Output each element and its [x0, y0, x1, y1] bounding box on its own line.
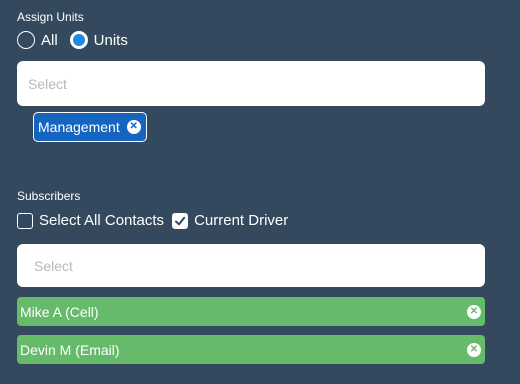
unit-tag-label: Management: [38, 119, 120, 135]
close-circle-icon[interactable]: ✕: [467, 304, 481, 319]
select-all-contacts-label[interactable]: Select All Contacts: [39, 212, 164, 229]
units-select-input[interactable]: Select: [17, 61, 485, 106]
subscriber-chip: Mike A (Cell) ✕: [17, 297, 485, 326]
select-all-contacts-checkbox[interactable]: [17, 212, 33, 229]
subscriber-chip: Devin M (Email) ✕: [17, 335, 485, 364]
radio-units-label[interactable]: Units: [94, 32, 128, 49]
close-circle-icon[interactable]: ✕: [126, 120, 141, 134]
subscribers-select-placeholder: Select: [34, 257, 73, 274]
subscriber-chip-label: Devin M (Email): [20, 341, 120, 358]
units-select-placeholder: Select: [28, 75, 67, 92]
radio-all[interactable]: [17, 31, 35, 49]
radio-units[interactable]: [69, 31, 88, 49]
close-circle-icon[interactable]: ✕: [467, 342, 481, 357]
current-driver-checkbox[interactable]: [172, 212, 189, 229]
assign-units-label: Assign Units: [17, 10, 84, 24]
assign-units-radio-group: All Units: [17, 31, 140, 49]
checkmark-icon: [175, 216, 186, 225]
radio-all-label[interactable]: All: [41, 32, 58, 49]
subscribers-select-input[interactable]: Select: [17, 244, 485, 287]
subscribers-label: Subscribers: [17, 189, 81, 203]
subscriber-chip-label: Mike A (Cell): [20, 303, 99, 320]
current-driver-label[interactable]: Current Driver: [194, 212, 288, 229]
unit-tag-management: Management ✕: [33, 112, 147, 142]
subscriber-options: Select All Contacts Current Driver: [17, 212, 296, 229]
